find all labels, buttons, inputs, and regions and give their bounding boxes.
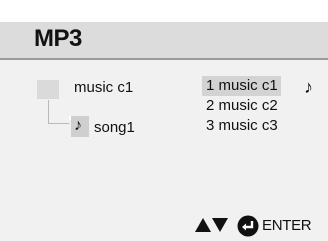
playlist-item-3[interactable]: 3 music c3: [206, 116, 278, 136]
top-band: [0, 0, 328, 22]
tree-line-vertical: [48, 100, 49, 123]
folder-icon: [37, 80, 59, 99]
header-bar: MP3: [0, 22, 328, 60]
enter-label: ENTER: [262, 217, 312, 234]
song-item-label[interactable]: song1: [94, 119, 135, 136]
tree-line-horizontal: [48, 123, 69, 124]
header-divider: [0, 58, 328, 60]
folder-item-label[interactable]: music c1: [74, 79, 133, 96]
down-arrow-icon[interactable]: [212, 218, 228, 232]
page-title: MP3: [34, 25, 82, 52]
mp3-screen: MP3 music c1 ♪ song1 1 music c1 2 music …: [0, 0, 328, 241]
playlist-item-1[interactable]: 1 music c1: [202, 76, 281, 96]
up-arrow-icon[interactable]: [195, 218, 211, 232]
footer-controls: ENTER: [0, 210, 328, 241]
now-playing-note-icon: ♪: [304, 77, 313, 97]
playlist-item-2[interactable]: 2 music c2: [206, 96, 278, 116]
music-note-icon: ♪: [74, 117, 82, 134]
enter-icon[interactable]: [237, 215, 259, 237]
